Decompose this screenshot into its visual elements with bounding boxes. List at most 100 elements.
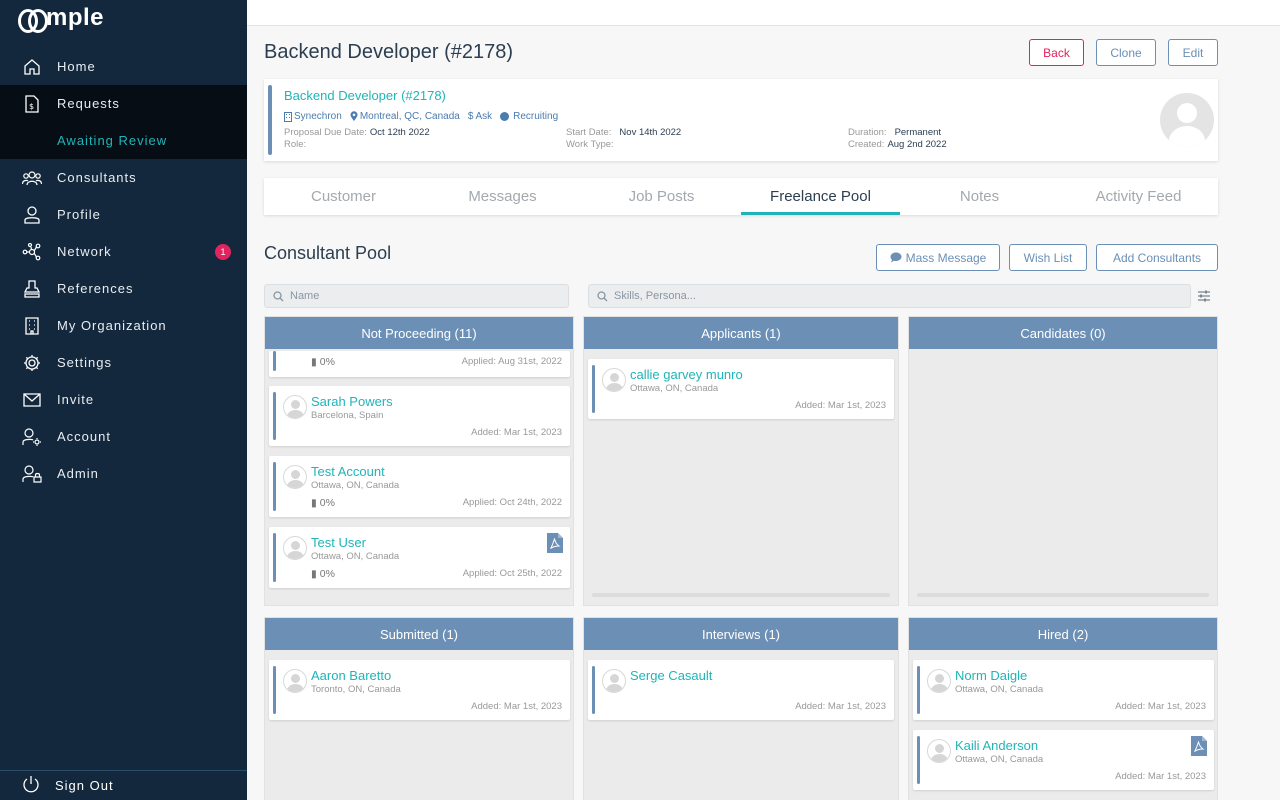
column-hired: Hired (2) Norm Daigle Ottawa, ON, Canada… [908,617,1218,800]
avatar [283,395,307,419]
sidebar-item-admin[interactable]: Admin [0,455,247,492]
job-company[interactable]: Synechron [284,111,342,122]
logo-text: mple [46,4,105,31]
card-date: Added: Mar 1st, 2023 [1115,701,1206,712]
filter-sliders-icon[interactable] [1196,288,1212,304]
consultant-name[interactable]: callie garvey munro [630,367,743,382]
pdf-icon[interactable] [547,533,563,553]
sidebar-item-label: Consultants [57,170,137,185]
consultant-card[interactable]: ▮ 0% Applied: Aug 31st, 2022 [269,351,570,377]
map-pin-icon [350,111,358,121]
consultant-name[interactable]: Test Account [311,464,385,479]
sidebar-item-account[interactable]: Account [0,418,247,455]
sidebar-item-label: Settings [57,355,112,370]
edit-button[interactable]: Edit [1168,39,1218,66]
card-accent-bar [917,736,920,784]
skills-search-input[interactable] [614,290,1148,302]
card-date: Applied: Oct 24th, 2022 [462,497,562,508]
consultant-name[interactable]: Norm Daigle [955,668,1027,683]
tab-notes[interactable]: Notes [900,178,1059,215]
consultant-location: Ottawa, ON, Canada [311,551,400,562]
sidebar-item-label: Requests [57,96,120,111]
search-icon [597,290,608,301]
mass-message-button[interactable]: Mass Message [876,244,1000,271]
search-icon [273,290,284,301]
card-date: Added: Mar 1st, 2023 [1115,771,1206,782]
section-title: Consultant Pool [264,243,392,263]
avatar [283,536,307,560]
user-icon [22,205,42,225]
scrollbar-track[interactable] [917,593,1209,597]
consultant-name[interactable]: Kaili Anderson [955,738,1038,753]
avatar [602,368,626,392]
clone-button[interactable]: Clone [1096,39,1156,66]
consultant-name[interactable]: Serge Casault [630,668,712,683]
consultant-location: Ottawa, ON, Canada [955,754,1044,765]
sidebar-item-label: Profile [57,207,101,222]
consultant-card[interactable]: Test Account Ottawa, ON, Canada ▮ 0% Appl… [269,456,570,517]
clipboard-icon: ▮ [311,356,317,368]
sign-out-button[interactable]: Sign Out [0,770,247,800]
tab-customer[interactable]: Customer [264,178,423,215]
sidebar-item-requests[interactable]: $ Requests [0,85,247,122]
card-date: Added: Mar 1st, 2023 [795,701,886,712]
envelope-icon [22,390,42,410]
name-search-field[interactable] [264,284,569,308]
add-consultants-button[interactable]: Add Consultants [1096,244,1218,271]
sidebar-item-references[interactable]: References [0,270,247,307]
sidebar-item-network[interactable]: Network [0,233,247,270]
consultant-card[interactable]: Aaron Baretto Toronto, ON, Canada Added:… [269,660,570,720]
column-header: Submitted (1) [265,618,573,650]
tab-activity-feed[interactable]: Activity Feed [1059,178,1218,215]
sidebar-subitem-awaiting-review[interactable]: Awaiting Review [0,122,247,159]
name-search-input[interactable] [290,290,556,302]
card-accent-bar [273,666,276,714]
sidebar-item-home[interactable]: Home [0,48,247,85]
sidebar-item-consultants[interactable]: Consultants [0,159,247,196]
column-header: Not Proceeding (11) [265,317,573,349]
sidebar-item-profile[interactable]: Profile [0,196,247,233]
tab-job-posts[interactable]: Job Posts [582,178,741,215]
consultant-card[interactable]: Norm Daigle Ottawa, ON, Canada Added: Ma… [913,660,1214,720]
avatar [927,669,951,693]
column-submitted: Submitted (1) Aaron Baretto Toronto, ON,… [264,617,574,800]
notification-badge: 1 [215,244,231,260]
sidebar-item-label: Admin [57,466,99,481]
sidebar-item-label: My Organization [57,318,167,333]
logo[interactable]: mple [18,4,105,33]
column-candidates: Candidates (0) [908,316,1218,606]
column-interviews: Interviews (1) Serge Casault Added: Mar … [583,617,899,800]
users-lock-icon [22,464,42,484]
consultant-card[interactable]: Sarah Powers Barcelona, Spain Added: Mar… [269,386,570,446]
work-type: Work Type: [566,139,614,150]
tab-bar: Customer Messages Job Posts Freelance Po… [264,178,1218,215]
skills-search-field[interactable] [588,284,1191,308]
clipboard-icon: ▮ [311,568,317,580]
consultant-name[interactable]: Aaron Baretto [311,668,391,683]
tab-freelance-pool[interactable]: Freelance Pool [741,178,900,215]
consultant-name[interactable]: Sarah Powers [311,394,393,409]
column-applicants: Applicants (1) callie garvey munro Ottaw… [583,316,899,606]
consultant-card[interactable]: Test User Ottawa, ON, Canada ▮ 0% Applied… [269,527,570,588]
tab-messages[interactable]: Messages [423,178,582,215]
wish-list-button[interactable]: Wish List [1009,244,1087,271]
status-dot-icon [500,112,510,121]
created-date: Created: Aug 2nd 2022 [848,139,947,150]
card-date: Added: Mar 1st, 2023 [795,400,886,411]
top-bar [247,0,1280,26]
column-header: Interviews (1) [584,618,898,650]
consultant-card[interactable]: callie garvey munro Ottawa, ON, Canada A… [588,359,894,419]
consultant-card[interactable]: Kaili Anderson Ottawa, ON, Canada Added:… [913,730,1214,790]
consultant-name[interactable]: Test User [311,535,366,550]
sidebar-item-my-organization[interactable]: My Organization [0,307,247,344]
sidebar-item-label: Invite [57,392,95,407]
sidebar-item-settings[interactable]: Settings [0,344,247,381]
scrollbar-track[interactable] [592,593,890,597]
job-title-link[interactable]: Backend Developer (#2178) [284,88,446,103]
pdf-icon[interactable] [1191,736,1207,756]
back-button[interactable]: Back [1029,39,1084,66]
card-accent-bar [917,666,920,714]
sidebar-item-invite[interactable]: Invite [0,381,247,418]
consultant-card[interactable]: Serge Casault Added: Mar 1st, 2023 [588,660,894,720]
sidebar: mple Home $ Requests Awaiting Review Con… [0,0,247,800]
